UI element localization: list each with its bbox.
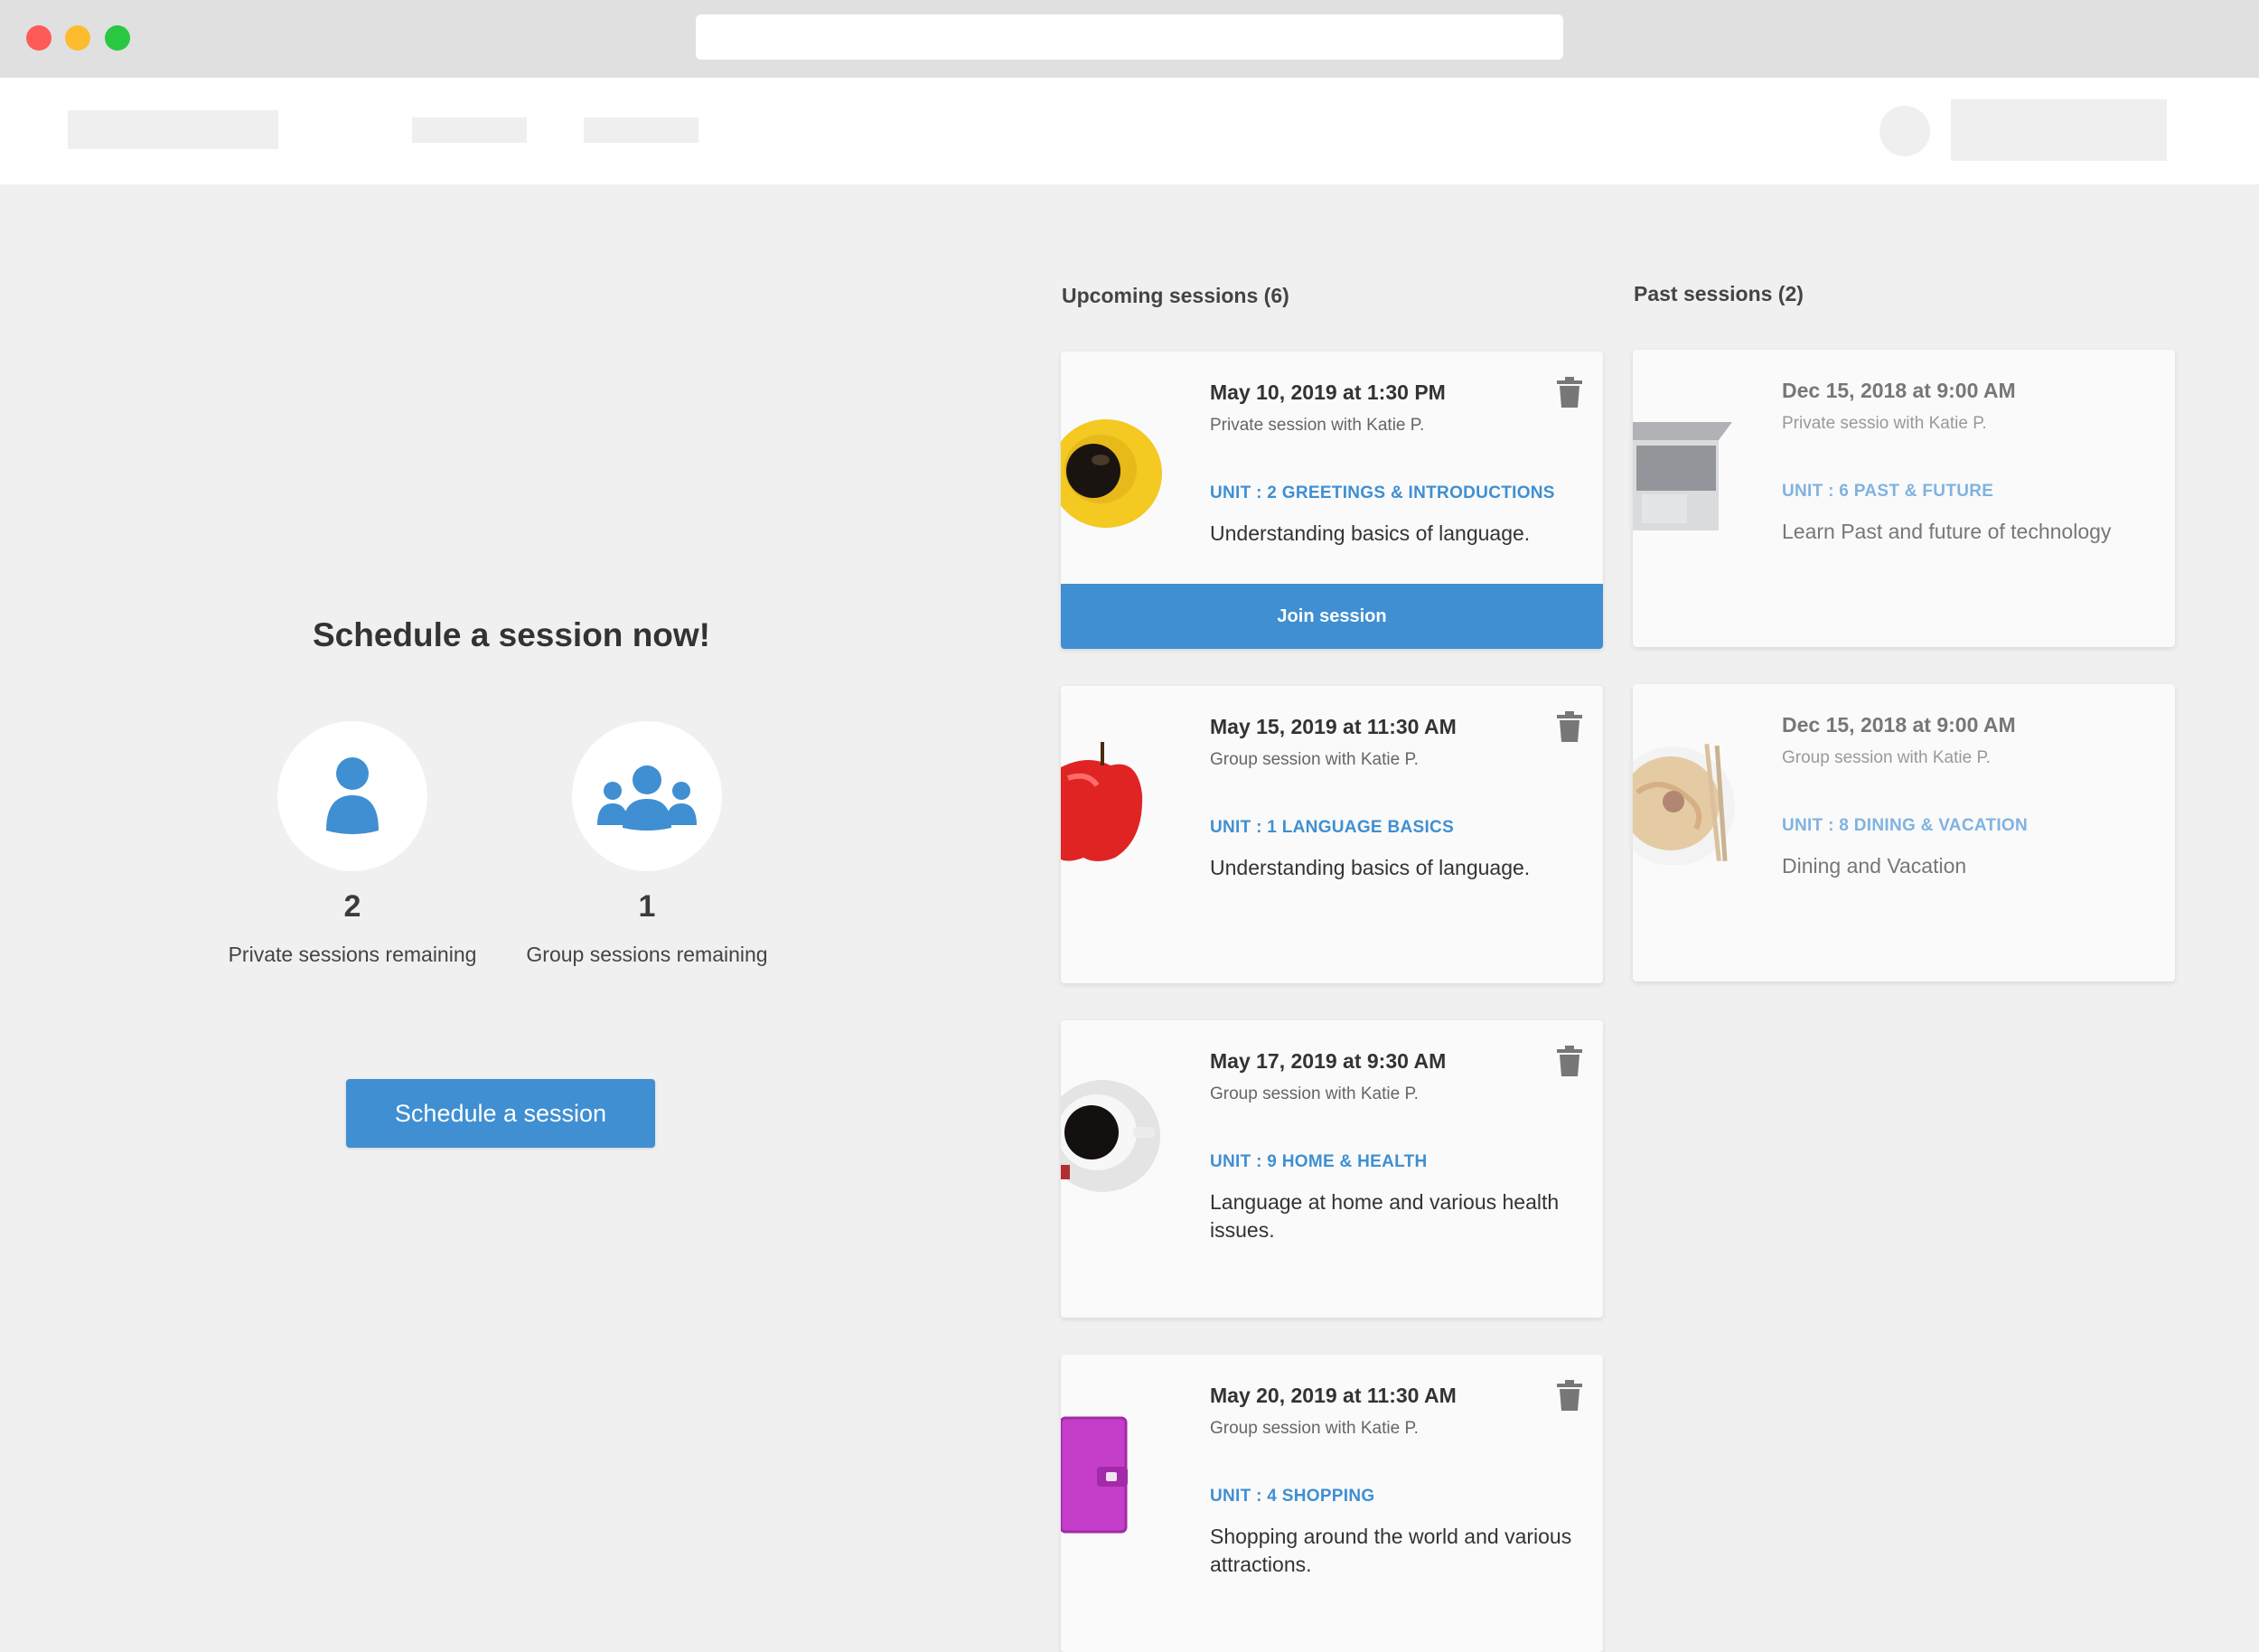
group-sessions-stat: 1 Group sessions remaining: [511, 721, 783, 969]
address-bar[interactable]: [696, 14, 1563, 60]
private-session-icon-circle: [277, 721, 427, 871]
noodle-bowl-thumbnail: [1633, 744, 1735, 865]
nav-link-placeholder-2[interactable]: [584, 117, 698, 143]
session-description: Shopping around the world and various at…: [1210, 1525, 1572, 1576]
session-subtitle: Group session with Katie P.: [1210, 750, 1419, 769]
past-sessions-heading: Past sessions (2): [1634, 282, 1804, 305]
session-card[interactable]: May 20, 2019 at 11:30 AM Group session w…: [1061, 1355, 1603, 1652]
private-sessions-label: Private sessions remaining: [228, 943, 477, 966]
join-session-button[interactable]: Join session: [1061, 584, 1603, 649]
session-description: Learn Past and future of technology: [1782, 520, 2112, 543]
avatar[interactable]: [1879, 106, 1930, 156]
upcoming-sessions-heading: Upcoming sessions (6): [1062, 284, 1289, 307]
session-unit[interactable]: UNIT : 9 HOME & HEALTH: [1210, 1152, 1428, 1172]
coffee-cup-thumbnail: [1061, 419, 1162, 528]
coffee-cup-thumbnail: [1061, 1080, 1160, 1192]
past-session-card[interactable]: Dec 15, 2018 at 9:00 AM Group session wi…: [1633, 684, 2175, 981]
apple-thumbnail: [1061, 742, 1143, 861]
trash-icon[interactable]: [1557, 377, 1582, 408]
session-subtitle: Group session with Katie P.: [1782, 748, 1991, 767]
trash-icon[interactable]: [1557, 1380, 1582, 1411]
session-unit[interactable]: UNIT : 8 DINING & VACATION: [1782, 816, 2028, 836]
session-card[interactable]: May 10, 2019 at 1:30 PM Private session …: [1061, 352, 1603, 649]
trash-icon[interactable]: [1557, 711, 1582, 742]
window-maximize-button[interactable]: [105, 25, 130, 51]
session-datetime: May 10, 2019 at 1:30 PM: [1210, 380, 1446, 404]
session-card[interactable]: May 17, 2019 at 9:30 AM Group session wi…: [1061, 1020, 1603, 1318]
wallet-thumbnail: [1061, 1416, 1128, 1534]
schedule-session-button[interactable]: Schedule a session: [346, 1079, 655, 1148]
window-close-button[interactable]: [26, 25, 52, 51]
laptop-thumbnail: [1633, 422, 1732, 530]
private-sessions-stat: 2 Private sessions remaining: [217, 721, 488, 969]
session-description: Dining and Vacation: [1782, 854, 1967, 878]
schedule-title: Schedule a session now!: [312, 616, 710, 653]
session-unit[interactable]: UNIT : 1 LANGUAGE BASICS: [1210, 818, 1454, 838]
private-sessions-count: 2: [343, 889, 361, 924]
group-session-icon-circle: [572, 721, 722, 871]
top-navbar: [0, 78, 2259, 184]
session-description: Understanding basics of language.: [1210, 521, 1531, 545]
logo-placeholder[interactable]: [68, 110, 278, 149]
session-subtitle: Private sessio with Katie P.: [1782, 414, 1987, 433]
session-subtitle: Group session with Katie P.: [1210, 1084, 1419, 1103]
session-datetime: May 15, 2019 at 11:30 AM: [1210, 715, 1457, 738]
session-datetime: May 17, 2019 at 9:30 AM: [1210, 1049, 1447, 1073]
group-sessions-count: 1: [638, 889, 656, 924]
group-icon: [597, 765, 697, 831]
past-session-card[interactable]: Dec 15, 2018 at 9:00 AM Private sessio w…: [1633, 350, 2175, 647]
account-button-placeholder[interactable]: [1951, 99, 2167, 161]
session-description: Understanding basics of language.: [1210, 856, 1531, 879]
session-unit[interactable]: UNIT : 4 SHOPPING: [1210, 1487, 1374, 1507]
session-datetime: Dec 15, 2018 at 9:00 AM: [1782, 713, 2016, 737]
browser-chrome: [0, 0, 2259, 78]
session-card[interactable]: May 15, 2019 at 11:30 AM Group session w…: [1061, 686, 1603, 983]
session-unit[interactable]: UNIT : 6 PAST & FUTURE: [1782, 482, 1993, 502]
session-datetime: May 20, 2019 at 11:30 AM: [1210, 1384, 1457, 1407]
window-minimize-button[interactable]: [65, 25, 90, 51]
person-icon: [326, 757, 379, 834]
nav-link-placeholder-1[interactable]: [412, 117, 527, 143]
session-datetime: Dec 15, 2018 at 9:00 AM: [1782, 379, 2016, 402]
session-description: Language at home and various health issu…: [1210, 1190, 1560, 1242]
session-unit[interactable]: UNIT : 2 GREETINGS & INTRODUCTIONS: [1210, 483, 1555, 503]
trash-icon[interactable]: [1557, 1046, 1582, 1076]
group-sessions-label: Group sessions remaining: [526, 943, 768, 966]
session-subtitle: Private session with Katie P.: [1210, 416, 1425, 435]
session-subtitle: Group session with Katie P.: [1210, 1419, 1419, 1438]
